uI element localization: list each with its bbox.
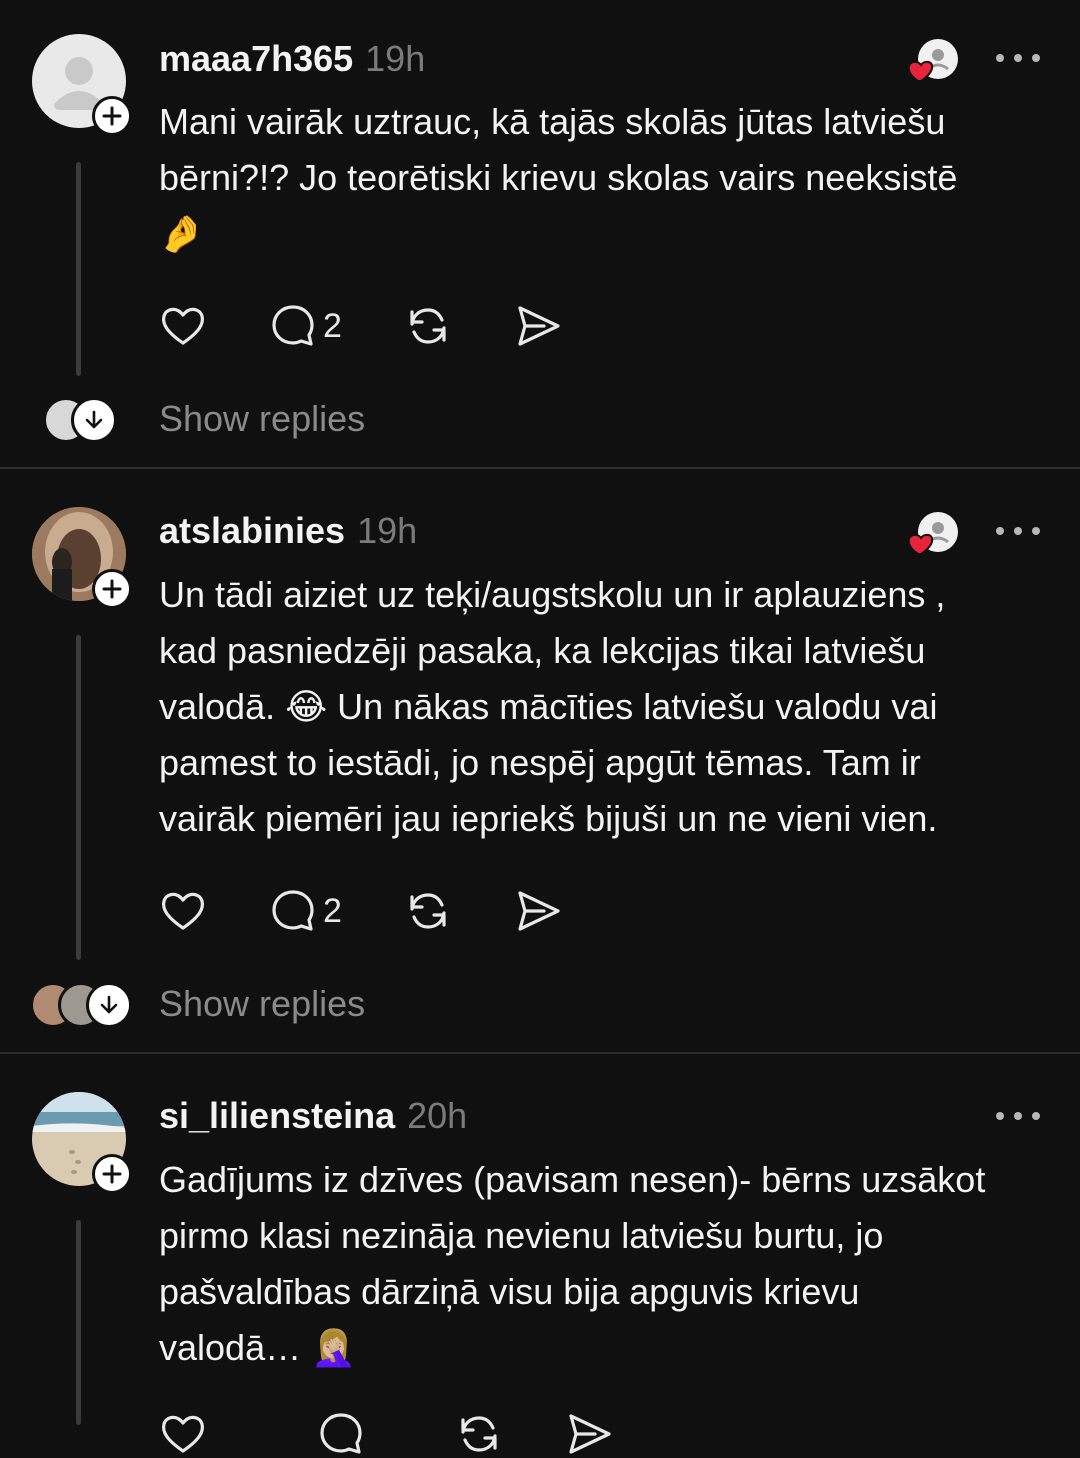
share-button[interactable] (514, 887, 562, 935)
reply-button[interactable]: 2 (269, 887, 342, 935)
show-replies-link[interactable]: Show replies (159, 398, 365, 440)
post-text: Gadījums iz dzīves (pavisam nesen)- bērn… (159, 1159, 986, 1368)
reply-button[interactable]: 2 (269, 302, 342, 350)
heart-icon (161, 892, 205, 930)
comment-icon (320, 1413, 362, 1454)
action-bar (159, 1410, 675, 1458)
post-header: maaa7h365 19h (159, 38, 425, 80)
heart-icon (161, 307, 205, 345)
send-icon (518, 306, 560, 346)
send-icon (518, 891, 560, 931)
more-options-button[interactable] (996, 524, 1040, 538)
timestamp: 19h (357, 510, 418, 551)
comment-icon (272, 890, 314, 931)
liked-by-author-badge (906, 37, 962, 85)
post-text: Un tādi aiziet uz teķi/augstskolu un ir … (159, 574, 946, 839)
action-bar: 2 (159, 302, 624, 350)
username[interactable]: maaa7h365 (159, 38, 353, 80)
reply-button[interactable] (317, 1410, 365, 1458)
liked-by-author-badge (906, 510, 962, 558)
post-header: si_liliensteina 20h (159, 1095, 467, 1137)
post-header: atslabinies 19h (159, 510, 417, 552)
like-button[interactable] (159, 887, 207, 935)
timestamp: 20h (407, 1095, 468, 1136)
send-icon (569, 1414, 611, 1454)
follow-button[interactable] (92, 569, 132, 609)
repost-icon (461, 1416, 497, 1452)
share-button[interactable] (514, 302, 562, 350)
heart-icon (161, 1415, 205, 1453)
more-options-button[interactable] (996, 1109, 1040, 1123)
like-button[interactable] (159, 1410, 207, 1458)
username[interactable]: atslabinies (159, 510, 345, 552)
plus-icon (102, 579, 122, 599)
comment-icon (272, 305, 314, 346)
thread-line (76, 162, 81, 376)
repost-button[interactable] (404, 302, 452, 350)
share-button[interactable] (565, 1410, 613, 1458)
repost-icon (410, 308, 446, 344)
expand-replies-icon (86, 982, 132, 1028)
like-button[interactable] (159, 302, 207, 350)
post-text: Mani vairāk uztrauc, kā tajās skolās jūt… (159, 101, 958, 254)
follow-button[interactable] (92, 96, 132, 136)
plus-icon (102, 1164, 122, 1184)
repost-button[interactable] (404, 887, 452, 935)
follow-button[interactable] (92, 1154, 132, 1194)
more-options-button[interactable] (996, 51, 1040, 65)
post-1: maaa7h365 19h Mani vairāk uztrauc, kā ta… (0, 0, 1080, 467)
repost-icon (410, 893, 446, 929)
reply-avatars[interactable] (30, 982, 132, 1028)
action-bar: 2 (159, 887, 624, 935)
reply-count: 2 (323, 891, 342, 930)
thread-line (76, 635, 81, 960)
reply-avatars[interactable] (43, 397, 123, 443)
show-replies-link[interactable]: Show replies (159, 983, 365, 1025)
plus-icon (102, 106, 122, 126)
timestamp: 19h (365, 38, 426, 79)
thread-line (76, 1220, 81, 1425)
username[interactable]: si_liliensteina (159, 1095, 395, 1137)
expand-replies-icon (71, 397, 117, 443)
reply-count: 2 (323, 306, 342, 345)
post-2: atslabinies 19h Un tādi aiziet uz teķi/a… (0, 469, 1080, 1052)
repost-button[interactable] (455, 1410, 503, 1458)
post-3: si_liliensteina 20h Gadījums iz dzīves (… (0, 1054, 1080, 1454)
